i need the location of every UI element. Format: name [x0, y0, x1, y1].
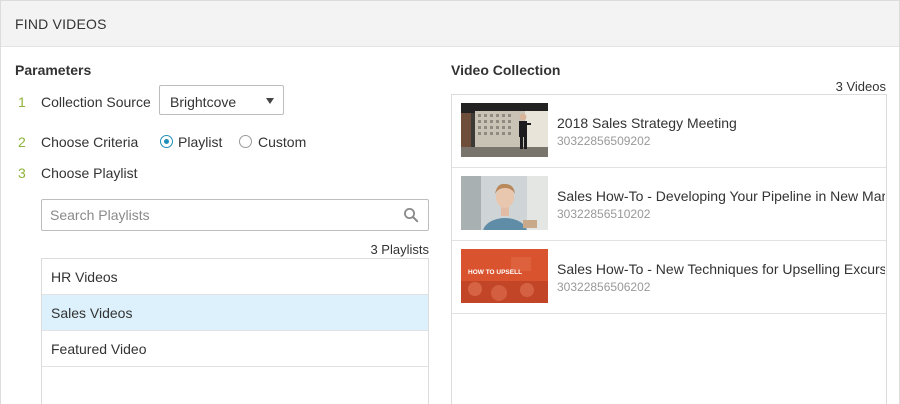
parameters-heading: Parameters	[15, 62, 92, 78]
dialog-title: FIND VIDEOS	[15, 16, 107, 32]
video-title: 2018 Sales Strategy Meeting	[557, 115, 737, 131]
playlist-list: HR Videos Sales Videos Featured Video	[41, 258, 429, 404]
playlist-item-label: HR Videos	[51, 269, 118, 285]
playlist-item-featured-video[interactable]: Featured Video	[42, 331, 428, 367]
playlist-radio[interactable]	[160, 135, 173, 148]
video-count: 3 Videos	[835, 79, 886, 94]
playlist-radio-label[interactable]: Playlist	[178, 134, 222, 150]
video-title: Sales How-To - New Techniques for Upsell…	[557, 261, 885, 277]
step-number-3: 3	[18, 165, 26, 181]
custom-radio[interactable]	[239, 135, 252, 148]
video-title: Sales How-To - Developing Your Pipeline …	[557, 188, 885, 204]
caret-down-icon	[266, 98, 274, 104]
video-collection-heading: Video Collection	[451, 62, 561, 78]
collection-source-value: Brightcove	[170, 94, 237, 110]
video-item[interactable]: Sales How-To - Developing Your Pipeline …	[452, 168, 886, 241]
playlist-item-sales-videos[interactable]: Sales Videos	[42, 295, 428, 331]
choose-criteria-label: Choose Criteria	[41, 134, 139, 150]
video-id: 30322856506202	[557, 280, 651, 294]
find-videos-dialog: FIND VIDEOS Parameters 1 Collection Sour…	[0, 0, 900, 404]
playlist-item-label: Sales Videos	[51, 305, 133, 321]
choose-playlist-label: Choose Playlist	[41, 165, 138, 181]
playlist-item-hr-videos[interactable]: HR Videos	[42, 259, 428, 295]
video-thumbnail-person	[461, 176, 548, 230]
playlist-count: 3 Playlists	[370, 242, 429, 257]
video-thumbnail-meeting	[461, 103, 548, 157]
playlist-search-input[interactable]	[43, 201, 400, 229]
custom-radio-label[interactable]: Custom	[258, 134, 306, 150]
upsell-thumb-text: HOW TO UPSELL	[468, 269, 522, 276]
dialog-header: FIND VIDEOS	[1, 1, 899, 47]
video-item[interactable]: 2018 Sales Strategy Meeting 303228565092…	[452, 95, 886, 168]
video-id: 30322856509202	[557, 134, 651, 148]
playlist-search-box	[41, 199, 429, 231]
collection-source-label: Collection Source	[41, 94, 151, 110]
video-thumbnail-upsell: HOW TO UPSELL	[461, 249, 548, 303]
step-number-1: 1	[18, 94, 26, 110]
step-number-2: 2	[18, 134, 26, 150]
search-icon[interactable]	[403, 207, 419, 223]
video-collection-list: 2018 Sales Strategy Meeting 303228565092…	[451, 94, 887, 404]
video-item[interactable]: HOW TO UPSELL Sales How-To - New Techniq…	[452, 241, 886, 314]
video-id: 30322856510202	[557, 207, 651, 221]
playlist-item-label: Featured Video	[51, 341, 147, 357]
collection-source-select[interactable]: Brightcove	[159, 85, 284, 115]
